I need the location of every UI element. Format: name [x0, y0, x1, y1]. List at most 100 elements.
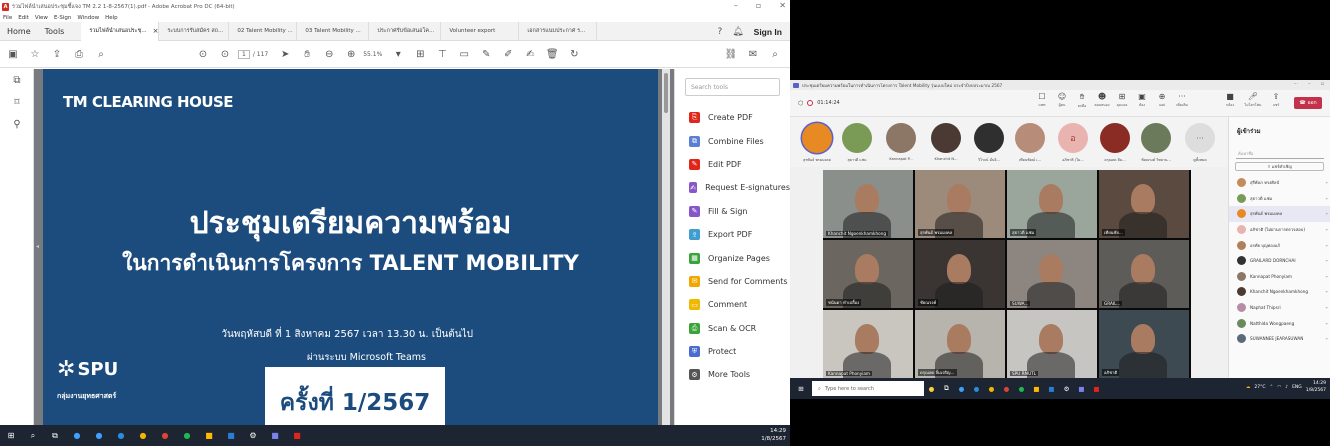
tool-item[interactable]: ▭ Comment	[675, 293, 790, 316]
document-scrollbar[interactable]	[662, 69, 670, 425]
mic-muted-icon[interactable]: ⌁	[1326, 274, 1328, 279]
zoom-in-icon[interactable]: ⊕	[342, 45, 360, 63]
share-invite-button[interactable]: ⇪ แชร์คำเชิญ	[1235, 162, 1324, 171]
participant-list-item[interactable]: Naphat Thipsri ⌁	[1229, 300, 1330, 316]
upload-icon[interactable]: ⇪	[48, 45, 66, 63]
video-tile[interactable]: SPU RMUTL	[1007, 310, 1097, 378]
chrome-icon-2[interactable]: ●	[984, 378, 999, 399]
chrome-profile-icon-2[interactable]: ●	[999, 378, 1014, 399]
hand-tool-icon[interactable]: ✋︎	[298, 45, 316, 63]
participant-avatar[interactable]	[842, 123, 872, 153]
taskbar-clock-2[interactable]: 14:29 1/8/2567	[1306, 381, 1326, 394]
comment-tool-icon[interactable]: ▭	[455, 45, 473, 63]
video-tile[interactable]: ชนันดา ทำเปลื้อง	[823, 240, 913, 308]
media-control-button[interactable]: 🎤︎ ไมโครโฟน	[1243, 92, 1263, 114]
line-icon-2[interactable]: ●	[1014, 378, 1029, 399]
mic-muted-icon[interactable]: ⌁	[1326, 336, 1328, 341]
edge-icon[interactable]: ●	[88, 425, 110, 446]
pen-icon[interactable]: ✎	[477, 45, 495, 63]
video-tile[interactable]: เทียนชัย...	[1099, 170, 1189, 238]
word-icon-2[interactable]: ■	[1044, 378, 1059, 399]
meeting-action-button[interactable]: ✋︎ ยกมือ	[1072, 92, 1092, 114]
teams-maximize-icon[interactable]: ▫	[1321, 81, 1324, 87]
video-tile[interactable]: Khanchit Ngoenkhamkhong	[823, 170, 913, 238]
email-icon[interactable]: ✉︎	[744, 45, 762, 63]
video-tile[interactable]: สุรพันธ์ พรมมงคล	[915, 170, 1005, 238]
edge-icon-2[interactable]: ●	[954, 378, 969, 399]
wifi-icon[interactable]: ◠	[1277, 385, 1281, 390]
help-icon[interactable]: ?	[717, 27, 722, 37]
chrome-icon[interactable]: ●	[132, 425, 154, 446]
participant-list-item[interactable]: Khanchit Ngoenkhamkhong ⌁	[1229, 284, 1330, 300]
taskbar-app-icon[interactable]: ●	[66, 425, 88, 446]
participant-avatar[interactable]	[974, 123, 1004, 153]
meeting-action-button[interactable]: ▣ ห้อง	[1132, 92, 1152, 114]
tool-item[interactable]: ⎙ Scan & OCR	[675, 317, 790, 340]
file-explorer-icon-2[interactable]: ■	[1029, 378, 1044, 399]
teams-more-icon[interactable]: ···	[1293, 81, 1298, 87]
participant-avatar[interactable]	[802, 123, 832, 153]
mic-muted-icon[interactable]: ⌁	[1326, 196, 1328, 201]
zoom-search-icon[interactable]: ⌕	[92, 45, 110, 63]
chrome-profile-icon[interactable]: ●	[154, 425, 176, 446]
video-tile[interactable]: สุธาวดี แช่ม	[1007, 170, 1097, 238]
video-tile[interactable]: อภิชาติ	[1099, 310, 1189, 378]
document-tab[interactable]: Volunteer export	[441, 21, 520, 41]
tab-home[interactable]: Home	[0, 22, 38, 41]
acrobat-taskbar-icon-2[interactable]: ■	[1089, 378, 1104, 399]
save-icon[interactable]: ▣	[4, 45, 22, 63]
volume-icon[interactable]: ♪	[1285, 385, 1288, 390]
participant-list-item[interactable]: SUWANNEE JEARASUWAN ⌁	[1229, 331, 1330, 347]
participant-search-input[interactable]: ค้นหาชื่อ	[1236, 150, 1324, 159]
notification-bell-icon[interactable]: 🔔︎	[732, 27, 743, 37]
settings-icon[interactable]: ⚙︎	[242, 425, 264, 446]
participant-list-item[interactable]: อภิชาติ (ไม่ผ่านการตรวจสอบ) ⌁	[1229, 222, 1330, 238]
taskbar-clock[interactable]: 14:29 1/8/2567	[761, 427, 786, 443]
mic-muted-icon[interactable]: ⌁	[1326, 305, 1328, 310]
browser-icon-2[interactable]: ●	[969, 378, 984, 399]
zoom-level[interactable]: 55.1%	[363, 51, 382, 58]
close-icon[interactable]: ✕	[779, 1, 786, 10]
line-icon[interactable]: ●	[176, 425, 198, 446]
meeting-action-button[interactable]: ☐ แชท	[1032, 92, 1052, 114]
media-control-button[interactable]: ⇪ แชร์	[1266, 92, 1286, 114]
teams-icon-2[interactable]: ■	[1074, 378, 1089, 399]
task-view-icon-2[interactable]: ⧉	[939, 378, 954, 399]
participant-avatar[interactable]	[1015, 123, 1045, 153]
delete-icon[interactable]: 🗑︎	[543, 45, 561, 63]
mic-muted-icon[interactable]: ⌁	[1326, 243, 1328, 248]
meeting-action-button[interactable]: ⊞ มุมมอง	[1112, 92, 1132, 114]
mic-muted-icon[interactable]: ⌁	[1326, 258, 1328, 263]
document-tab[interactable]: ระบบการรับสมัคร สถ...	[159, 21, 230, 41]
document-tab[interactable]: ประกาศรับข้อเสนอโค...	[369, 21, 442, 41]
mic-muted-icon[interactable]: ⌁	[1326, 289, 1328, 294]
tool-item[interactable]: ✎ Fill & Sign	[675, 200, 790, 223]
mic-muted-icon[interactable]: ⌁	[1326, 321, 1328, 326]
attachments-icon[interactable]: ⚲	[0, 113, 34, 135]
tool-item[interactable]: ⚙ More Tools	[675, 363, 790, 386]
menu-item-file[interactable]: File	[3, 15, 12, 21]
participant-avatar[interactable]: ···	[1185, 123, 1215, 153]
select-cursor-icon[interactable]: ➤	[276, 45, 294, 63]
teams-minimize-icon[interactable]: –	[1308, 81, 1311, 87]
tool-item[interactable]: ⎘ Create PDF	[675, 106, 790, 129]
search-doc-icon[interactable]: ⌕	[766, 45, 784, 63]
share-link-icon[interactable]: ⛓︎	[722, 45, 740, 63]
media-control-button[interactable]: ■ กล้อง	[1220, 92, 1240, 114]
page-down-icon[interactable]: ⊙	[216, 45, 234, 63]
sign-in-button[interactable]: Sign In	[754, 27, 782, 37]
taskbar-search-box[interactable]: ⌕ Type here to search	[812, 381, 924, 396]
participant-avatar[interactable]	[1141, 123, 1171, 153]
language-indicator[interactable]: ENG	[1292, 385, 1302, 390]
video-tile[interactable]: GRAIL...	[1099, 240, 1189, 308]
participant-avatar[interactable]: อ	[1058, 123, 1088, 153]
scrollbar-thumb[interactable]	[664, 73, 668, 113]
tab-tools[interactable]: Tools	[38, 22, 72, 41]
zoom-out-icon[interactable]: ⊖	[320, 45, 338, 63]
bookmarks-icon[interactable]: ⌑	[0, 91, 34, 113]
participant-list-item[interactable]: GRAILARD DORNCHAI ⌁	[1229, 253, 1330, 269]
video-tile[interactable]: Kannapat Phonyiam	[823, 310, 913, 378]
participant-avatar[interactable]	[1100, 123, 1130, 153]
mic-muted-icon[interactable]: ⌁	[1326, 227, 1328, 232]
document-tab[interactable]: รวมไฟล์นำเสนอประชุ... ×	[81, 21, 160, 41]
